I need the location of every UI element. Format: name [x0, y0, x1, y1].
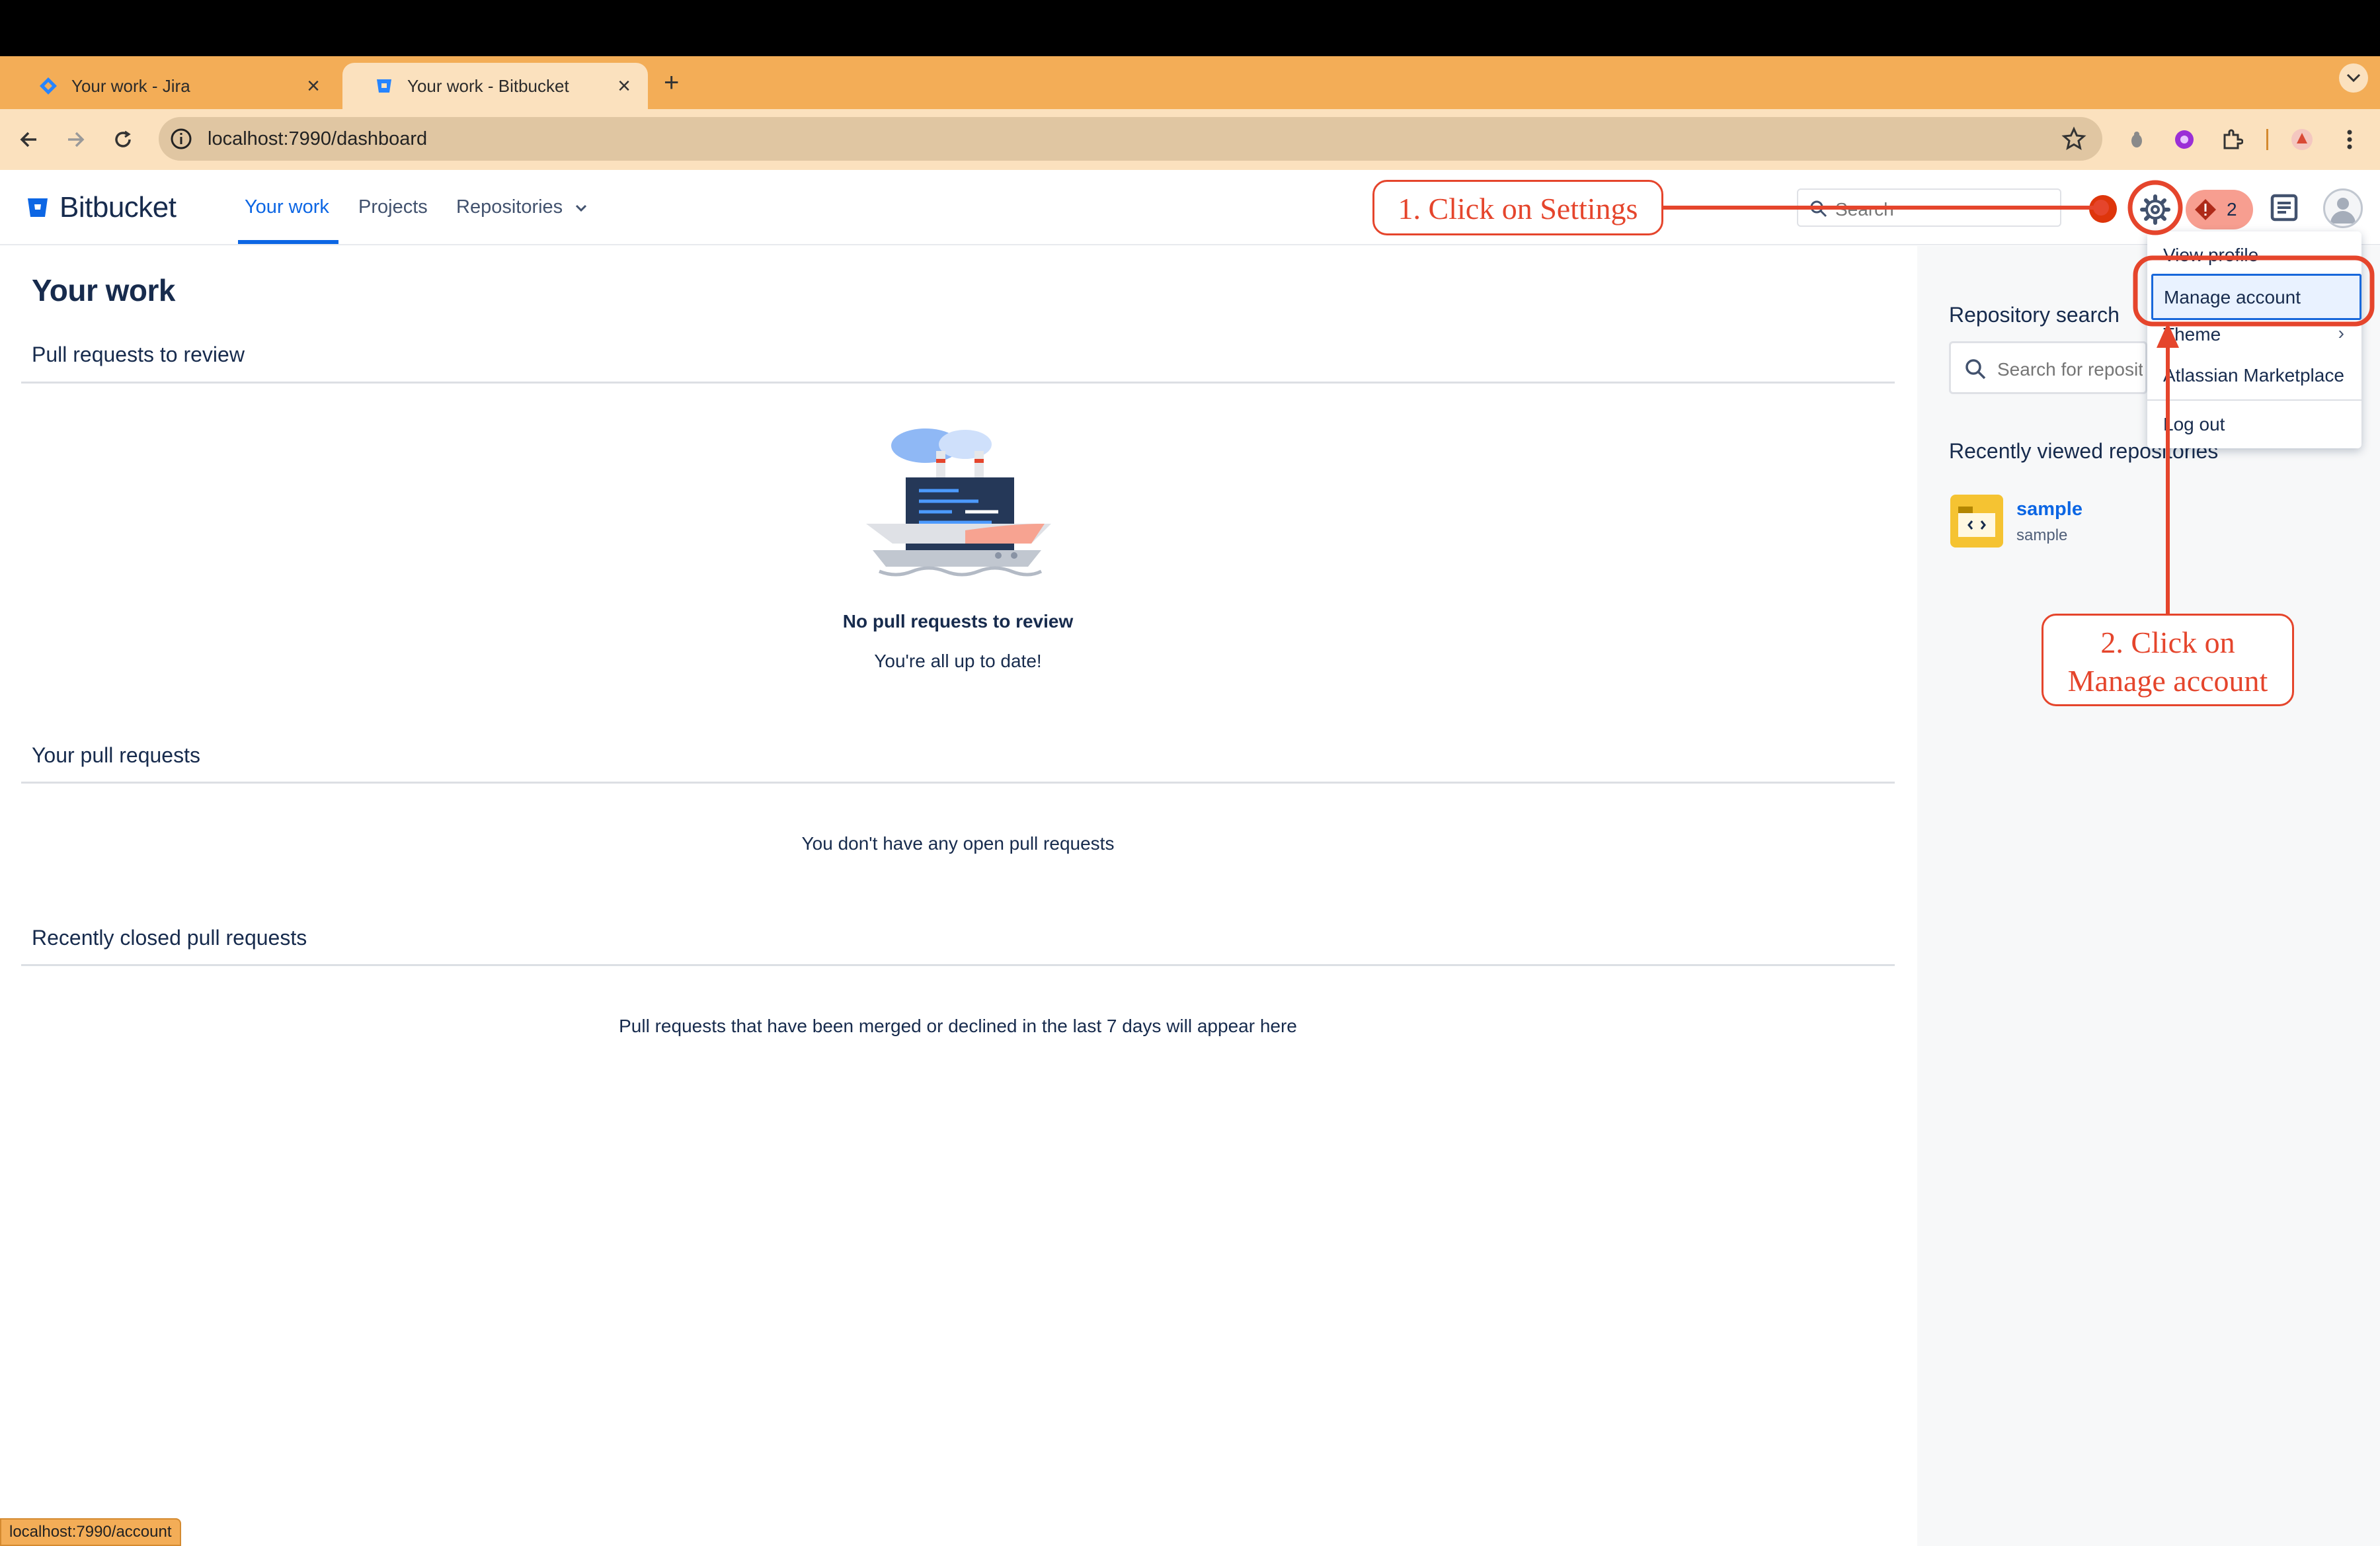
- menu-item-theme[interactable]: Theme: [2163, 324, 2221, 345]
- page-title: Your work: [32, 273, 176, 307]
- repository-name[interactable]: sample: [2016, 499, 2082, 520]
- global-search[interactable]: [1797, 188, 2061, 227]
- tab-search-button[interactable]: [2339, 63, 2368, 93]
- section-divider: [21, 382, 1895, 384]
- notification-count: 2: [2227, 199, 2237, 220]
- section-divider: [21, 782, 1895, 784]
- close-icon[interactable]: ×: [307, 73, 320, 99]
- repository-project: sample: [2016, 526, 2068, 544]
- nav-repositories-label: Repositories: [456, 196, 563, 218]
- close-icon[interactable]: ×: [617, 73, 631, 99]
- arrow-right-icon: [68, 132, 85, 147]
- main-content: Your work Pull requests to review No pul…: [0, 246, 1917, 1546]
- toolbar-divider: [2266, 129, 2268, 150]
- tab-jira[interactable]: Your work - Jira ×: [7, 63, 337, 109]
- search-input[interactable]: [1835, 199, 2047, 220]
- notifications-button[interactable]: 2: [2186, 190, 2253, 229]
- settings-button[interactable]: [2134, 188, 2176, 231]
- empty-state-text: You don't have any open pull requests: [801, 833, 1115, 854]
- empty-state-title: No pull requests to review: [842, 611, 1074, 631]
- menu-item-view-profile[interactable]: View profile: [2163, 245, 2258, 266]
- menu-item-log-out[interactable]: Log out: [2163, 414, 2225, 435]
- search-icon: [1810, 200, 1827, 218]
- nav-repositories[interactable]: Repositories: [456, 196, 588, 218]
- bug-extension-icon[interactable]: [2123, 126, 2150, 153]
- help-icon[interactable]: [2089, 195, 2117, 223]
- repository-search-field[interactable]: [1949, 341, 2147, 394]
- tab-title: Your work - Bitbucket: [407, 75, 569, 96]
- section-title-your-prs: Your pull requests: [32, 743, 200, 767]
- link-status-bar: localhost:7990/account: [0, 1518, 181, 1546]
- bitbucket-logo[interactable]: Bitbucket: [26, 191, 177, 224]
- list-item[interactable]: sample sample: [1950, 495, 2215, 548]
- ship-illustration: [866, 428, 1051, 577]
- chevron-down-icon: [2346, 73, 2361, 83]
- empty-state-text: Pull requests that have been merged or d…: [619, 1016, 1297, 1036]
- repository-search-title: Repository search: [1949, 303, 2120, 327]
- profile-avatar-icon[interactable]: [2289, 126, 2315, 153]
- chevron-right-icon: ›: [2338, 323, 2344, 343]
- section-title-recently-closed: Recently closed pull requests: [32, 926, 307, 950]
- screen-top-bar: [0, 0, 2380, 56]
- annotation-step-2-line-1: 2. Click on: [2100, 626, 2235, 659]
- section-divider: [21, 964, 1895, 966]
- annotation-step-1: 1. Click on Settings: [1372, 180, 1663, 235]
- browser-menu-icon[interactable]: [2336, 126, 2363, 153]
- settings-dropdown-menu: View profile Manage account Theme › Atla…: [2147, 231, 2361, 448]
- repository-search-input[interactable]: [1997, 359, 2143, 380]
- annotation-step-1-text: 1. Click on Settings: [1398, 192, 1638, 225]
- browser-toolbar: localhost:7990/dashboard: [0, 109, 2380, 170]
- jira-favicon-icon: [38, 76, 58, 96]
- tab-title: Your work - Jira: [71, 75, 190, 96]
- annotation-step-2-line-2: Manage account: [2067, 664, 2268, 698]
- whats-new-icon[interactable]: [2269, 192, 2299, 223]
- forward-button[interactable]: [61, 125, 90, 154]
- reload-icon: [115, 130, 131, 147]
- search-icon: [1965, 359, 1986, 380]
- user-icon: [2330, 198, 2356, 224]
- menu-item-marketplace[interactable]: Atlassian Marketplace: [2163, 365, 2344, 386]
- bookmark-star-icon[interactable]: [2061, 126, 2086, 151]
- arrow-left-icon: [20, 132, 36, 147]
- avatar[interactable]: [2323, 188, 2363, 228]
- brand-name: Bitbucket: [60, 191, 177, 224]
- bitbucket-favicon-icon: [374, 76, 394, 96]
- bitbucket-header: Bitbucket Your work Projects Repositorie…: [0, 170, 2380, 245]
- nav-your-work[interactable]: Your work: [245, 196, 329, 218]
- site-info-icon[interactable]: [168, 126, 194, 152]
- gear-icon: [2140, 194, 2170, 225]
- menu-divider: [2147, 399, 2361, 401]
- address-bar[interactable]: localhost:7990/dashboard: [159, 117, 2102, 161]
- tab-bitbucket[interactable]: Your work - Bitbucket ×: [342, 63, 648, 109]
- menu-item-manage-account[interactable]: Manage account: [2151, 274, 2361, 320]
- empty-state-subtitle: You're all up to date!: [874, 651, 1042, 671]
- section-title-to-review: Pull requests to review: [32, 343, 245, 366]
- browser-tab-strip: Your work - Jira × Your work - Bitbucket…: [0, 56, 2380, 109]
- annotation-step-2: 2. Click on Manage account: [2042, 614, 2294, 706]
- chevron-down-icon: [576, 204, 587, 212]
- nav-projects[interactable]: Projects: [358, 196, 428, 218]
- active-nav-indicator: [238, 240, 338, 244]
- extensions-puzzle-icon[interactable]: [2219, 126, 2245, 153]
- bitbucket-icon: [28, 198, 48, 217]
- warning-diamond-icon: [2195, 199, 2216, 220]
- url-text: localhost:7990/dashboard: [208, 128, 428, 149]
- repository-icon: [1950, 495, 2003, 548]
- new-tab-button[interactable]: +: [664, 66, 679, 99]
- back-button[interactable]: [15, 125, 44, 154]
- reload-button[interactable]: [108, 125, 138, 154]
- menu-item-label: Manage account: [2164, 287, 2301, 307]
- purple-extension-icon[interactable]: [2171, 126, 2198, 153]
